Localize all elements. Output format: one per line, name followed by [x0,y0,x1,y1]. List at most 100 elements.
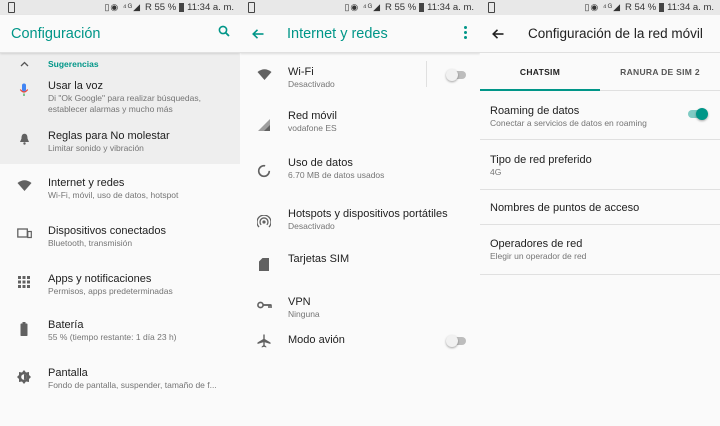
status-bar: ▯◉ ⁴ᴳ◢ R 55 % 11:34 a. m. [240,0,480,15]
tab-chatsim[interactable]: CHATSIM [480,53,600,91]
battery-percent: 54 % [634,2,657,13]
key-icon [240,295,288,309]
page-title: Internet y redes [287,25,388,42]
mobile-settings-list: Roaming de datos Conectar a servicios de… [480,91,720,275]
hotspot-icon [240,207,288,229]
setting-operators[interactable]: Operadores de red Elegir un operador de … [480,225,720,275]
network-item-hotspot[interactable]: Hotspots y dispositivos portátiles Desac… [240,199,480,245]
suggestions-label: Sugerencias [48,59,99,69]
mic-icon [0,79,48,97]
roaming-toggle[interactable] [686,108,708,120]
settings-item-display[interactable]: Pantalla Fondo de pantalla, suspender, t… [0,356,240,404]
data-usage-icon [240,156,288,178]
divider [426,61,427,87]
settings-item-battery[interactable]: Batería 55 % (tiempo restante: 1 día 23 … [0,308,240,356]
item-subtitle: Conectar a servicios de datos en roaming [490,118,647,128]
page-title: Configuración de la red móvil [528,26,703,41]
settings-list: Internet y redes Wi-Fi, móvil, uso de da… [0,164,240,404]
clock: 11:34 a. m. [187,2,234,13]
network-item-airplane[interactable]: Modo avión [240,333,480,363]
item-subtitle: Ninguna [288,309,320,319]
status-battery-icon [659,3,665,12]
devices-icon [0,224,48,239]
item-title: Dispositivos conectados [48,225,167,237]
item-title: Hotspots y dispositivos portátiles [288,208,448,220]
mobile-network-screen: ▯◉ ⁴ᴳ◢ R 54 % 11:34 a. m. Configuración … [480,0,720,426]
wifi-toggle[interactable] [446,69,468,81]
item-subtitle: 4G [490,167,502,177]
item-title: Red móvil [288,110,337,122]
item-title: Reglas para No molestar [48,130,170,142]
item-subtitle: Limitar sonido y vibración [48,143,144,153]
tab-sim-2[interactable]: RANURA DE SIM 2 [600,53,720,90]
suggestions-section: Sugerencias Usar la voz Di "Ok Google" p… [0,53,240,164]
chevron-up-icon[interactable] [0,61,48,67]
setting-network-type[interactable]: Tipo de red preferido 4G [480,140,720,190]
setting-roaming[interactable]: Roaming de datos Conectar a servicios de… [480,91,720,140]
network-item-vpn[interactable]: VPN Ninguna [240,293,480,333]
app-bar: Configuración [0,15,240,53]
item-subtitle: Wi-Fi, móvil, uso de datos, hotspot [48,190,179,200]
item-title: Nombres de puntos de acceso [490,202,640,214]
item-title: Tipo de red preferido [490,154,592,166]
settings-screen: ▯◉ ⁴ᴳ◢ R 55 % 11:34 a. m. Configuración … [0,0,240,426]
sim-icon [240,252,288,271]
item-subtitle: Fondo de pantalla, suspender, tamaño de … [48,380,217,390]
item-title: Pantalla [48,367,88,379]
network-item-data-usage[interactable]: Uso de datos 6.70 MB de datos usados [240,151,480,199]
item-title: Internet y redes [48,177,125,189]
item-subtitle: Desactivado [288,221,335,231]
list-item[interactable]: Usar la voz Di "Ok Google" para realizar… [0,75,240,119]
roaming-indicator: R [145,2,152,13]
item-title: Batería [48,319,84,331]
roaming-indicator: R [625,2,632,13]
list-item[interactable]: Reglas para No molestar Limitar sonido y… [0,119,240,164]
more-vert-icon[interactable] [464,26,468,41]
clock: 11:34 a. m. [427,2,474,13]
signal-icon [240,109,288,131]
item-title: Tarjetas SIM [288,253,350,265]
status-bar: ▯◉ ⁴ᴳ◢ R 54 % 11:34 a. m. [480,0,720,15]
suggestions-header[interactable]: Sugerencias [0,53,240,75]
sim-status-icon [248,2,255,13]
wifi-icon [240,65,288,80]
network-item-sim[interactable]: Tarjetas SIM [240,245,480,293]
item-subtitle: vodafone ES [288,123,337,133]
settings-item-network[interactable]: Internet y redes Wi-Fi, móvil, uso de da… [0,164,240,212]
item-subtitle: Permisos, apps predeterminadas [48,286,173,296]
network-screen: ▯◉ ⁴ᴳ◢ R 55 % 11:34 a. m. Internet y red… [240,0,480,426]
item-subtitle: 55 % (tiempo restante: 1 día 23 h) [48,332,177,342]
setting-apn[interactable]: Nombres de puntos de acceso [480,190,720,225]
vibrate-signal-icons: ▯◉ ⁴ᴳ◢ [104,2,141,12]
sim-status-icon [8,2,15,13]
back-arrow-icon[interactable] [480,28,516,39]
airplane-icon [240,333,288,348]
vibrate-signal-icons: ▯◉ ⁴ᴳ◢ [584,2,621,12]
item-subtitle: 6.70 MB de datos usados [288,170,385,180]
app-bar: Configuración de la red móvil [480,15,720,53]
bell-icon [0,129,48,145]
status-bar: ▯◉ ⁴ᴳ◢ R 55 % 11:34 a. m. [0,0,240,15]
battery-percent: 55 % [154,2,177,13]
battery-percent: 55 % [394,2,417,13]
airplane-mode-toggle[interactable] [446,335,468,347]
search-icon[interactable] [218,25,230,37]
item-subtitle: Di "Ok Google" para realizar búsquedas, … [48,93,201,114]
settings-item-devices[interactable]: Dispositivos conectados Bluetooth, trans… [0,212,240,260]
item-title: Operadores de red [490,238,583,250]
network-list: Wi-Fi Desactivado Red móvil vodafone ES … [240,53,480,363]
item-title: Uso de datos [288,157,353,169]
settings-item-apps[interactable]: Apps y notificaciones Permisos, apps pre… [0,260,240,308]
item-title: Usar la voz [48,80,104,92]
page-title: Configuración [11,25,101,42]
network-item-wifi[interactable]: Wi-Fi Desactivado [240,53,480,103]
roaming-indicator: R [385,2,392,13]
network-item-mobile[interactable]: Red móvil vodafone ES [240,103,480,151]
status-battery-icon [179,3,185,12]
brightness-icon [0,366,48,384]
back-arrow-icon[interactable] [240,28,276,39]
apps-icon [0,272,48,288]
item-title: Apps y notificaciones [48,273,152,285]
app-bar: Internet y redes [240,15,480,53]
item-subtitle: Elegir un operador de red [490,251,587,261]
